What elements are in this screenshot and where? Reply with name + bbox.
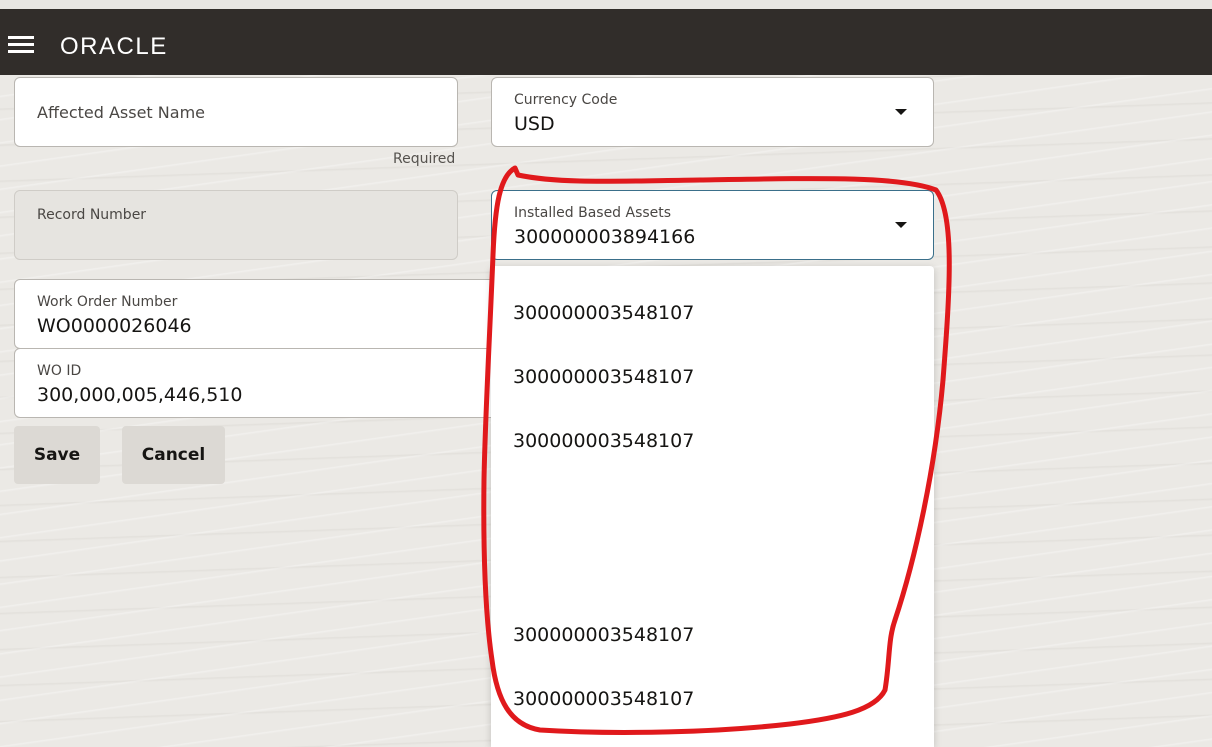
required-helper-text: Required (393, 151, 456, 167)
dropdown-option[interactable]: 300000003548107 (513, 624, 694, 646)
record-number-label: Record Number (37, 207, 147, 223)
installed-based-assets-select[interactable]: Installed Based Assets 300000003894166 (491, 190, 934, 260)
dropdown-option[interactable]: 300000003548107 (513, 430, 694, 452)
wo-id-field[interactable]: WO ID 300,000,005,446,510 (14, 348, 504, 418)
work-order-number-value: WO0000026046 (37, 315, 192, 337)
cancel-button[interactable]: Cancel (122, 426, 225, 484)
affected-asset-name-field[interactable]: Affected Asset Name (14, 77, 458, 147)
work-order-number-field[interactable]: Work Order Number WO0000026046 (14, 279, 504, 349)
currency-code-select[interactable]: Currency Code USD (491, 77, 934, 147)
wo-id-label: WO ID (37, 363, 82, 379)
installed-based-assets-label: Installed Based Assets (514, 205, 672, 221)
hamburger-menu-icon[interactable] (8, 35, 34, 55)
record-number-field: Record Number (14, 190, 458, 260)
installed-based-assets-value: 300000003894166 (514, 226, 696, 248)
installed-based-assets-dropdown-list[interactable]: 300000003548107 300000003548107 30000000… (491, 266, 934, 747)
top-strip (0, 0, 1212, 9)
affected-asset-name-label: Affected Asset Name (37, 103, 205, 122)
app-header: ORACLE (0, 9, 1212, 75)
dropdown-option[interactable]: 300000003548107 (513, 366, 694, 388)
save-button[interactable]: Save (14, 426, 100, 484)
wo-id-value: 300,000,005,446,510 (37, 384, 243, 406)
oracle-logo: ORACLE (60, 33, 168, 60)
chevron-down-icon[interactable] (895, 222, 907, 228)
dropdown-option[interactable]: 300000003548107 (513, 302, 694, 324)
work-order-number-label: Work Order Number (37, 294, 178, 310)
currency-code-label: Currency Code (514, 92, 618, 108)
dropdown-option[interactable]: 300000003548107 (513, 688, 694, 710)
chevron-down-icon[interactable] (895, 109, 907, 115)
currency-code-value: USD (514, 113, 555, 135)
